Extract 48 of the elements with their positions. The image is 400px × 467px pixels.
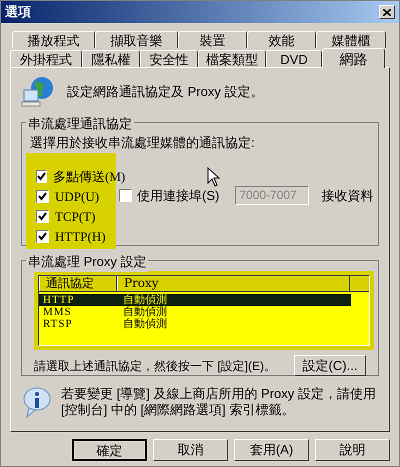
tab[interactable]: 外掛程式	[10, 50, 82, 67]
checkbox[interactable]	[36, 210, 49, 223]
dialog-button[interactable]: 套用(A)	[234, 439, 309, 461]
checkbox[interactable]	[36, 190, 49, 203]
protocol-cell-text: MMS	[42, 306, 73, 318]
protocol-cell-text: RTSP	[42, 318, 74, 330]
tab[interactable]: 安全性	[140, 50, 198, 67]
dialog-button[interactable]: 確定	[72, 439, 147, 461]
dialog-button[interactable]: 取消	[153, 439, 228, 461]
checkbox[interactable]	[36, 230, 49, 243]
list-row[interactable]: HTTP 自動偵測	[39, 294, 351, 306]
info-text: 若要變更 [導覽] 及線上商店所用的 Proxy 設定，請使用 [控制台] 中的 [網際網路選項] 索引標籤。	[61, 386, 377, 418]
tab[interactable]: 效能	[247, 31, 316, 48]
tab[interactable]: 擷取音樂	[95, 31, 178, 48]
tab[interactable]: 裝置	[178, 31, 247, 48]
settings-button[interactable]: 設定(C)...	[294, 355, 366, 376]
list-row[interactable]: RTSP 自動偵測	[39, 318, 351, 330]
prompt-text: 選擇用於接收串流處理媒體的通訊協定:	[30, 134, 255, 152]
group-title: 串流處理 Proxy 設定	[26, 252, 148, 272]
checkbox-label: 使用連接埠(S)	[137, 186, 220, 205]
dialog-button[interactable]: 說明	[315, 439, 390, 461]
proxy-cell-text: 自動偵測	[122, 294, 167, 306]
column-header[interactable]: 通訊協定	[39, 276, 117, 291]
tab[interactable]: DVD	[266, 50, 322, 67]
hint-text: 請選取上述通訊協定，然後按一下 [設定](E)。	[34, 358, 276, 374]
tab[interactable]: 媒體櫃	[316, 31, 386, 48]
proxy-list[interactable]: 通訊協定 Proxy HTTP 自動偵測 MMS 自動偵測 RTSP 自動偵測	[38, 275, 370, 346]
checkbox-label: HTTP(H)	[55, 228, 106, 246]
suffix-text: 接收資料	[321, 186, 374, 205]
checkbox-label: UDP(U)	[55, 188, 100, 206]
list-row[interactable]: MMS 自動偵測	[39, 306, 351, 318]
checkbox[interactable]	[36, 170, 47, 183]
window-title: 選項	[5, 3, 31, 22]
tab[interactable]: 檔案類型	[198, 50, 266, 67]
close-icon	[383, 8, 391, 16]
proxy-cell-text: 自動偵測	[122, 318, 167, 330]
close-button[interactable]	[379, 5, 395, 19]
protocol-cell-text: HTTP	[42, 294, 76, 306]
tab[interactable]: 隱私權	[82, 50, 140, 67]
description-text: 設定網路通訊協定及 Proxy 設定。	[67, 83, 264, 102]
column-header[interactable]: Proxy	[117, 276, 350, 291]
checkbox-label: TCP(T)	[55, 208, 96, 226]
tab[interactable]: 播放程式	[12, 31, 95, 48]
mouse-cursor-icon	[207, 166, 220, 186]
tab[interactable]: 網路	[322, 48, 385, 68]
proxy-cell-text: 自動偵測	[122, 306, 167, 318]
info-icon	[21, 386, 53, 418]
network-globe-icon	[21, 76, 55, 108]
